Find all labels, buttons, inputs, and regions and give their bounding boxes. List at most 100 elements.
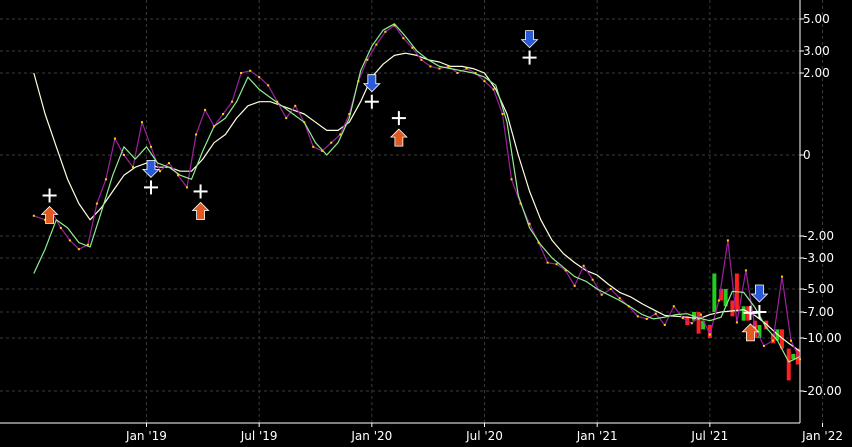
price-dot bbox=[618, 297, 621, 300]
price-dot bbox=[186, 186, 189, 189]
price-dot bbox=[609, 288, 612, 290]
y-tick-label: -5.00 bbox=[803, 282, 834, 296]
price-dot bbox=[492, 88, 495, 91]
price-dot bbox=[113, 137, 116, 140]
price-dot bbox=[771, 339, 774, 342]
price-dot bbox=[122, 154, 125, 156]
price-dot bbox=[213, 125, 216, 128]
price-dot bbox=[222, 113, 225, 115]
price-dot bbox=[780, 275, 783, 278]
price-dot bbox=[799, 358, 801, 361]
price-dot bbox=[177, 174, 180, 177]
price-dot bbox=[249, 69, 252, 72]
price-dot bbox=[501, 113, 504, 115]
price-dot bbox=[555, 263, 558, 266]
price-dot bbox=[429, 65, 432, 68]
y-tick-label: 0 bbox=[803, 148, 811, 162]
price-dot bbox=[582, 264, 585, 267]
price-dot bbox=[510, 178, 513, 181]
price-dot bbox=[68, 239, 71, 242]
x-tick-label: Jul '20 bbox=[465, 429, 503, 443]
price-dot bbox=[312, 145, 315, 148]
price-dot bbox=[32, 214, 35, 217]
price-dot bbox=[627, 305, 630, 308]
price-dot bbox=[519, 202, 522, 205]
price-dot bbox=[86, 243, 89, 246]
price-dot bbox=[537, 241, 540, 244]
y-tick-label: 5.00 bbox=[803, 12, 830, 26]
price-dot bbox=[717, 299, 720, 302]
price-dot bbox=[690, 322, 693, 325]
price-dot bbox=[663, 324, 666, 326]
y-tick-label: -2.00 bbox=[803, 229, 834, 243]
price-dot bbox=[465, 67, 468, 70]
down-bar bbox=[730, 300, 735, 317]
y-tick-label: -10.00 bbox=[803, 331, 842, 345]
price-dot bbox=[411, 46, 414, 49]
price-dot bbox=[231, 100, 234, 103]
price-dot bbox=[672, 305, 675, 308]
price-dot bbox=[339, 133, 342, 136]
price-dot bbox=[726, 239, 729, 242]
y-tick-label: -3.00 bbox=[803, 251, 834, 265]
price-dot bbox=[528, 222, 531, 225]
y-tick-label: -20.00 bbox=[803, 384, 842, 398]
price-dot bbox=[420, 58, 423, 61]
x-tick-label: Jul '21 bbox=[690, 429, 728, 443]
price-dot bbox=[366, 58, 369, 61]
price-chart: 5.00 3.00 2.00 0 -2.00 -3.00 -5.00 -7.00 -10.00 -… bbox=[0, 0, 852, 447]
up-bar bbox=[712, 273, 717, 312]
x-tick-label: Jul '19 bbox=[240, 429, 278, 443]
price-dot bbox=[591, 278, 594, 281]
price-dot bbox=[104, 178, 107, 181]
price-dot bbox=[204, 108, 207, 111]
price-dot bbox=[276, 100, 279, 103]
price-dot bbox=[195, 133, 198, 136]
price-dot bbox=[474, 72, 477, 74]
price-dot bbox=[321, 149, 324, 152]
price-dot bbox=[384, 30, 387, 33]
x-tick-label: Jan '19 bbox=[125, 429, 167, 443]
price-dot bbox=[645, 317, 648, 320]
price-dot bbox=[393, 24, 396, 27]
y-tick-label: 3.00 bbox=[803, 44, 830, 58]
price-dot bbox=[375, 43, 378, 46]
x-tick-label: Jan '22 bbox=[801, 429, 843, 443]
up-bar bbox=[791, 353, 796, 360]
price-dot bbox=[735, 321, 738, 324]
price-dot bbox=[348, 113, 351, 115]
price-dot bbox=[168, 162, 171, 165]
x-tick-label: Jan '20 bbox=[350, 429, 392, 443]
price-dot bbox=[59, 226, 62, 229]
price-dot bbox=[654, 312, 657, 315]
price-dot bbox=[447, 65, 450, 68]
price-dot bbox=[294, 104, 297, 107]
y-tick-label: 2.00 bbox=[803, 66, 830, 80]
price-dot bbox=[600, 293, 603, 296]
price-dot bbox=[699, 313, 702, 316]
price-dot bbox=[149, 145, 152, 148]
price-dot bbox=[159, 170, 161, 173]
price-dot bbox=[438, 67, 441, 70]
price-dot bbox=[402, 37, 405, 40]
price-dot bbox=[789, 339, 792, 342]
x-tick-label: Jan '21 bbox=[576, 429, 618, 443]
price-dot bbox=[95, 202, 98, 205]
price-dot bbox=[573, 284, 576, 287]
price-dot bbox=[131, 166, 134, 169]
price-dot bbox=[681, 317, 684, 320]
y-tick-label: -7.00 bbox=[803, 305, 834, 319]
price-dot bbox=[77, 248, 80, 251]
price-dot bbox=[330, 141, 333, 144]
price-dot bbox=[744, 269, 747, 272]
price-dot bbox=[140, 121, 143, 124]
price-dot bbox=[267, 84, 270, 87]
price-dot bbox=[483, 80, 486, 83]
price-dot bbox=[636, 315, 639, 318]
down-bar bbox=[786, 348, 791, 381]
chart-background bbox=[0, 0, 852, 447]
price-dot bbox=[762, 344, 765, 347]
price-dot bbox=[258, 76, 261, 79]
price-dot bbox=[456, 72, 459, 74]
price-dot bbox=[303, 121, 306, 124]
